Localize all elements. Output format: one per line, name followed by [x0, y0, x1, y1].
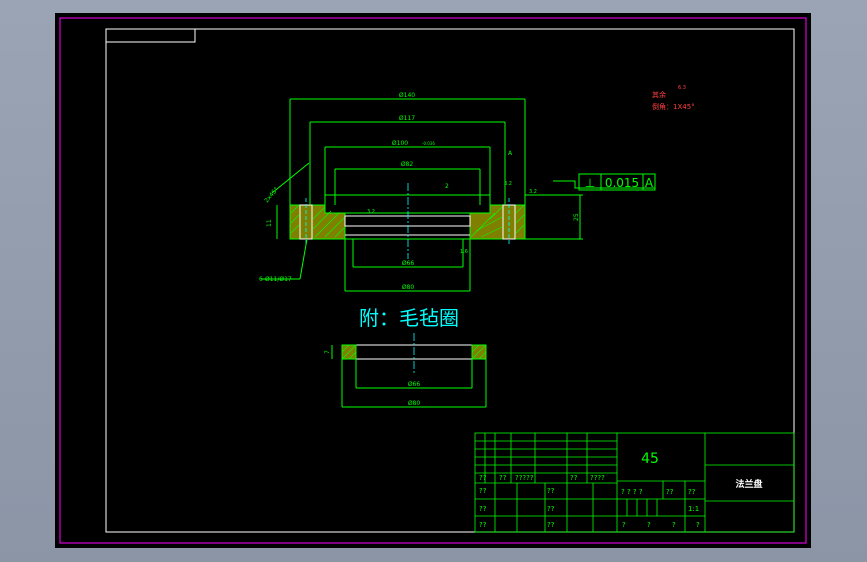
dim-d66: Ø66 — [402, 260, 415, 267]
felt-dim-h7: 7 — [324, 350, 331, 354]
left-flange-section — [289, 204, 346, 240]
tb-row-a-3: ?? — [570, 474, 578, 482]
dim-d140: Ø140 — [399, 92, 415, 99]
dim-d82: Ø82 — [401, 161, 414, 168]
drawing-canvas: Ø140 Ø117 Ø100 -0.036 Ø82 Ø66 Ø80 6-Ø11/… — [59, 17, 807, 544]
tb-mid-a-2: ?? — [688, 488, 696, 496]
felt-ring-view — [331, 333, 487, 408]
dim-d117: Ø117 — [399, 115, 415, 122]
cad-viewport[interactable]: Ø140 Ø117 Ø100 -0.036 Ø82 Ø66 Ø80 6-Ø11/… — [55, 13, 811, 548]
part-name: 法兰盘 — [735, 478, 762, 490]
tb-row-a-1: ?? — [499, 474, 507, 482]
tb-mid-c-1: ? — [647, 521, 651, 529]
tb-row-d-1: ?? — [547, 521, 555, 529]
tb-row-b-1: ?? — [547, 487, 555, 495]
material-label: 45 — [641, 451, 659, 467]
tb-row-a-0: ?? — [479, 474, 487, 482]
felt-dim-d66: Ø66 — [408, 381, 421, 388]
tb-row-a-2: ????? — [515, 474, 534, 482]
outer-frame — [59, 17, 807, 544]
dim-r2: 2 — [445, 183, 449, 190]
tb-mid-c-3: ? — [696, 521, 700, 529]
tb-mid-a-0: ? ? ? ? — [621, 488, 643, 496]
dim-chamfer: 2x45° — [263, 186, 280, 204]
roughness-b: 3.2 — [529, 189, 537, 195]
title-block: 45 法兰盘 ?? ?? ????? ?? ???? ?? ?? ?? ?? ?… — [474, 432, 795, 533]
roughness-a: 3.2 — [504, 181, 512, 187]
top-left-box — [105, 28, 196, 43]
dim-d80: Ø80 — [402, 284, 415, 291]
tb-mid-b-0: 1:1 — [688, 505, 699, 513]
tb-mid-c-0: ? — [622, 521, 626, 529]
felt-dim-d80: Ø80 — [408, 400, 421, 407]
tb-row-c-0: ?? — [479, 505, 487, 513]
datum-a-label: A — [508, 150, 513, 157]
dim-d100: Ø100 — [392, 140, 408, 147]
accessory-title: 附：毛毡圈 — [359, 306, 459, 330]
bore-groove — [344, 215, 471, 227]
tb-row-c-1: ?? — [547, 505, 555, 513]
tol-value: 0.015 — [605, 176, 639, 190]
tol-datum: A — [645, 176, 654, 190]
roughness-c: 3.2 — [367, 209, 375, 215]
roughness-note: 其余 — [652, 90, 666, 99]
tb-mid-a-1: ?? — [666, 488, 674, 496]
tb-row-a-4: ???? — [590, 474, 605, 482]
tb-mid-c-2: ? — [672, 521, 676, 529]
dim-d100-tol: -0.036 — [422, 141, 435, 146]
roughness-d: 1.6 — [460, 249, 468, 255]
tb-row-b-0: ?? — [479, 487, 487, 495]
dim-holes: 6-Ø11/Ø17 — [259, 276, 292, 283]
tol-symbol: ⊥ — [585, 176, 595, 190]
chamfer-note: 倒角：1X45° — [652, 102, 695, 111]
roughness-value: 6.3 — [678, 85, 686, 91]
dim-h11: 11 — [266, 219, 273, 227]
dim-h25: 25 — [573, 213, 580, 221]
tb-row-d-0: ?? — [479, 521, 487, 529]
